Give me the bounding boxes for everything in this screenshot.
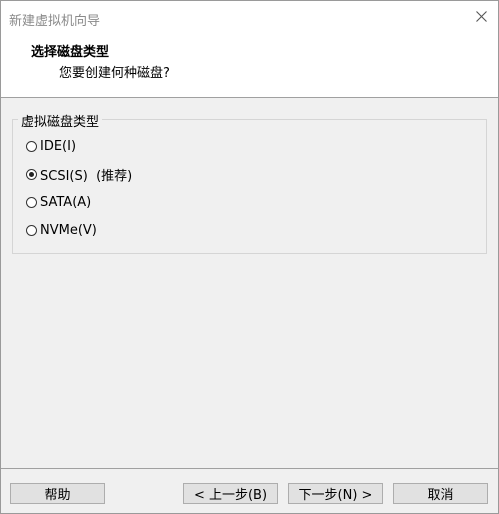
next-button[interactable]: 下一步(N) > xyxy=(288,483,383,504)
close-icon xyxy=(475,10,487,22)
radio-ide[interactable]: IDE(I) xyxy=(26,137,76,155)
footer-divider xyxy=(1,468,498,469)
cancel-button[interactable]: 取消 xyxy=(393,483,488,504)
page-title: 选择磁盘类型 xyxy=(31,45,110,60)
window-title: 新建虚拟机向导 xyxy=(9,14,101,29)
radio-label-sata: SATA(A) xyxy=(40,194,92,210)
title-bar: 新建虚拟机向导 xyxy=(1,1,498,33)
radio-sata[interactable]: SATA(A) xyxy=(26,193,91,211)
radio-button[interactable] xyxy=(26,140,37,152)
page-subtitle: 您要创建何种磁盘? xyxy=(59,66,170,81)
radio-scsi[interactable]: SCSI(S) (推荐) xyxy=(26,165,133,184)
wizard-window: 新建虚拟机向导 选择磁盘类型 您要创建何种磁盘? 虚拟磁盘类型 IDE(I) S… xyxy=(0,0,499,514)
radio-label-nvme: NVMe(V) xyxy=(40,222,97,238)
close-button[interactable] xyxy=(464,1,498,31)
wizard-header: 选择磁盘类型 您要创建何种磁盘? xyxy=(1,33,498,98)
radio-label-ide: IDE(I) xyxy=(40,138,77,154)
disk-type-legend: 虚拟磁盘类型 xyxy=(18,111,103,130)
radio-label-scsi: SCSI(S) (推荐) xyxy=(40,168,133,184)
help-button[interactable]: 帮助 xyxy=(10,483,105,504)
radio-button[interactable] xyxy=(26,196,37,208)
radio-nvme[interactable]: NVMe(V) xyxy=(26,221,97,239)
radio-button-selected[interactable] xyxy=(26,168,37,180)
radio-button[interactable] xyxy=(26,224,37,236)
back-button[interactable]: < 上一步(B) xyxy=(183,483,278,504)
